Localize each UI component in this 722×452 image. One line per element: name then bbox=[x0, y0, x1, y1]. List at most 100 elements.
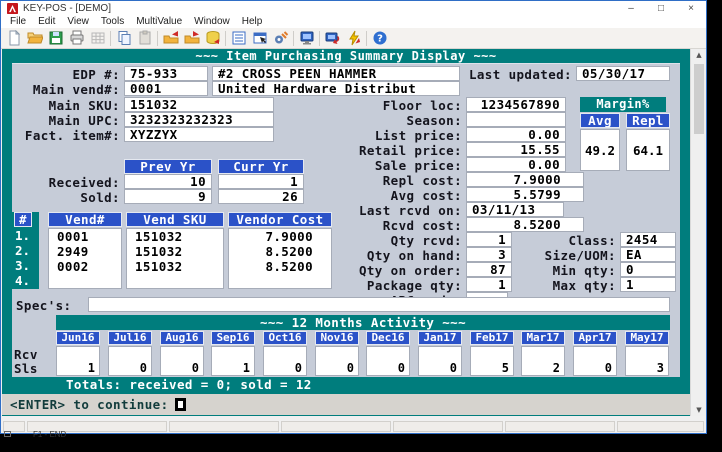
folder-export-button[interactable] bbox=[181, 29, 202, 48]
floor-loc-label: Floor loc: bbox=[292, 98, 462, 113]
month-cell[interactable]: 0 bbox=[366, 346, 410, 376]
month-cell[interactable]: 1 bbox=[211, 346, 255, 376]
sls-value: 0 bbox=[419, 361, 461, 375]
month-header: Mar17 bbox=[521, 331, 565, 345]
description-field[interactable]: #2 CROSS PEEN HAMMER bbox=[212, 66, 460, 81]
sls-value: 0 bbox=[574, 361, 616, 375]
month-cell[interactable]: 0 bbox=[573, 346, 617, 376]
menu-help[interactable]: Help bbox=[236, 16, 269, 28]
month-header: Feb17 bbox=[470, 331, 514, 345]
text-cursor[interactable] bbox=[175, 398, 186, 411]
menu-window[interactable]: Window bbox=[188, 16, 236, 28]
sold-prev-field[interactable]: 9 bbox=[124, 189, 212, 204]
month-cell[interactable]: 3 bbox=[625, 346, 669, 376]
received-curr-field[interactable]: 1 bbox=[218, 174, 304, 189]
new-file-button[interactable] bbox=[3, 29, 24, 48]
number-grid-button[interactable] bbox=[87, 29, 108, 48]
rcv-value bbox=[316, 347, 358, 361]
status-icon bbox=[4, 431, 11, 437]
specs-label: Spec's: bbox=[16, 298, 86, 313]
lightning-button[interactable] bbox=[343, 29, 364, 48]
open-folder-button[interactable] bbox=[24, 29, 45, 48]
fact-item-field[interactable]: XYZZYX bbox=[124, 127, 274, 142]
repl-cost-field[interactable]: 7.9000 bbox=[466, 172, 584, 187]
month-header: May17 bbox=[625, 331, 669, 345]
status-segment bbox=[169, 421, 279, 432]
vertical-scrollbar[interactable]: ▲ ▼ bbox=[690, 49, 706, 416]
window-select-button[interactable] bbox=[249, 29, 270, 48]
month-cell[interactable]: 0 bbox=[263, 346, 307, 376]
menu-file[interactable]: File bbox=[4, 16, 32, 28]
specs-field[interactable] bbox=[88, 297, 670, 312]
database-export-button[interactable] bbox=[202, 29, 223, 48]
month-header: Jan17 bbox=[418, 331, 462, 345]
settings-wrench-button[interactable] bbox=[270, 29, 291, 48]
last-rcvd-field[interactable]: 03/11/13 bbox=[466, 202, 564, 217]
monitor-refresh-icon bbox=[325, 30, 341, 46]
received-prev-field[interactable]: 10 bbox=[124, 174, 212, 189]
menu-tools[interactable]: Tools bbox=[95, 16, 130, 28]
menu-view[interactable]: View bbox=[61, 16, 95, 28]
database-export-icon bbox=[205, 30, 221, 46]
vendor-cell: 0002 bbox=[49, 259, 121, 274]
rcvd-cost-field[interactable]: 8.5200 bbox=[466, 217, 584, 232]
month-cell[interactable]: 2 bbox=[521, 346, 565, 376]
folder-import-button[interactable] bbox=[160, 29, 181, 48]
scroll-up-arrow[interactable]: ▲ bbox=[691, 51, 707, 59]
season-field[interactable] bbox=[466, 112, 566, 127]
min-qty-field[interactable]: 0 bbox=[620, 262, 676, 277]
month-cell[interactable]: 0 bbox=[315, 346, 359, 376]
scroll-down-arrow[interactable]: ▼ bbox=[691, 406, 707, 414]
maximize-button[interactable]: □ bbox=[646, 1, 676, 16]
main-upc-field[interactable]: 3232323232323 bbox=[124, 112, 274, 127]
vendor-name-field[interactable]: United Hardware Distribut bbox=[212, 81, 460, 96]
status-bar: F1 - END bbox=[2, 420, 706, 433]
last-updated-field[interactable]: 05/30/17 bbox=[576, 66, 670, 81]
list-document-button[interactable] bbox=[228, 29, 249, 48]
copy-button[interactable] bbox=[113, 29, 134, 48]
status-segment bbox=[281, 421, 391, 432]
terminal-screen: ~~~ Item Purchasing Summary Display ~~~ … bbox=[2, 49, 690, 416]
vendor-vend-column[interactable]: 0001 2949 0002 bbox=[48, 228, 122, 289]
month-cell[interactable]: 1 bbox=[56, 346, 100, 376]
settings-wrench-icon bbox=[273, 30, 289, 46]
sls-value: 3 bbox=[626, 361, 668, 375]
monitor-refresh-button[interactable] bbox=[322, 29, 343, 48]
size-uom-field[interactable]: EA bbox=[620, 247, 676, 262]
month-cell[interactable]: 0 bbox=[160, 346, 204, 376]
monitor-button[interactable] bbox=[296, 29, 317, 48]
paste-button[interactable] bbox=[134, 29, 155, 48]
minimize-button[interactable]: – bbox=[616, 1, 646, 16]
month-cell[interactable]: 0 bbox=[418, 346, 462, 376]
save-button[interactable] bbox=[45, 29, 66, 48]
avg-cost-field[interactable]: 5.5799 bbox=[466, 187, 584, 202]
edp-field[interactable]: 75-933 bbox=[124, 66, 208, 81]
close-button[interactable]: × bbox=[676, 1, 706, 16]
prompt-bar: <ENTER> to continue: bbox=[2, 394, 690, 415]
month-cell[interactable]: 0 bbox=[108, 346, 152, 376]
menu-edit[interactable]: Edit bbox=[32, 16, 61, 28]
menu-multivalue[interactable]: MultiValue bbox=[130, 16, 188, 28]
rcv-value bbox=[471, 347, 513, 361]
print-button[interactable] bbox=[66, 29, 87, 48]
sold-curr-field[interactable]: 26 bbox=[218, 189, 304, 204]
open-folder-icon bbox=[27, 30, 43, 46]
main-sku-field[interactable]: 151032 bbox=[124, 97, 274, 112]
copy-icon bbox=[116, 30, 132, 46]
list-price-field[interactable]: 0.00 bbox=[466, 127, 566, 142]
toolbar-separator bbox=[157, 31, 158, 46]
floor-loc-field[interactable]: 1234567890 bbox=[466, 97, 566, 112]
scroll-thumb[interactable] bbox=[694, 64, 704, 134]
sale-price-field[interactable]: 0.00 bbox=[466, 157, 566, 172]
print-icon bbox=[69, 30, 85, 46]
class-field[interactable]: 2454 bbox=[620, 232, 676, 247]
help-button[interactable]: ? bbox=[369, 29, 390, 48]
number-grid-icon bbox=[90, 30, 106, 46]
margin-repl-value: 64.1 bbox=[626, 129, 670, 171]
month-header: Dec16 bbox=[366, 331, 410, 345]
month-cell[interactable]: 5 bbox=[470, 346, 514, 376]
retail-price-field[interactable]: 15.55 bbox=[466, 142, 566, 157]
max-qty-field[interactable]: 1 bbox=[620, 277, 676, 292]
main-vend-field[interactable]: 0001 bbox=[124, 81, 208, 96]
vendor-sku-column[interactable]: 151032 151032 151032 bbox=[126, 228, 224, 289]
